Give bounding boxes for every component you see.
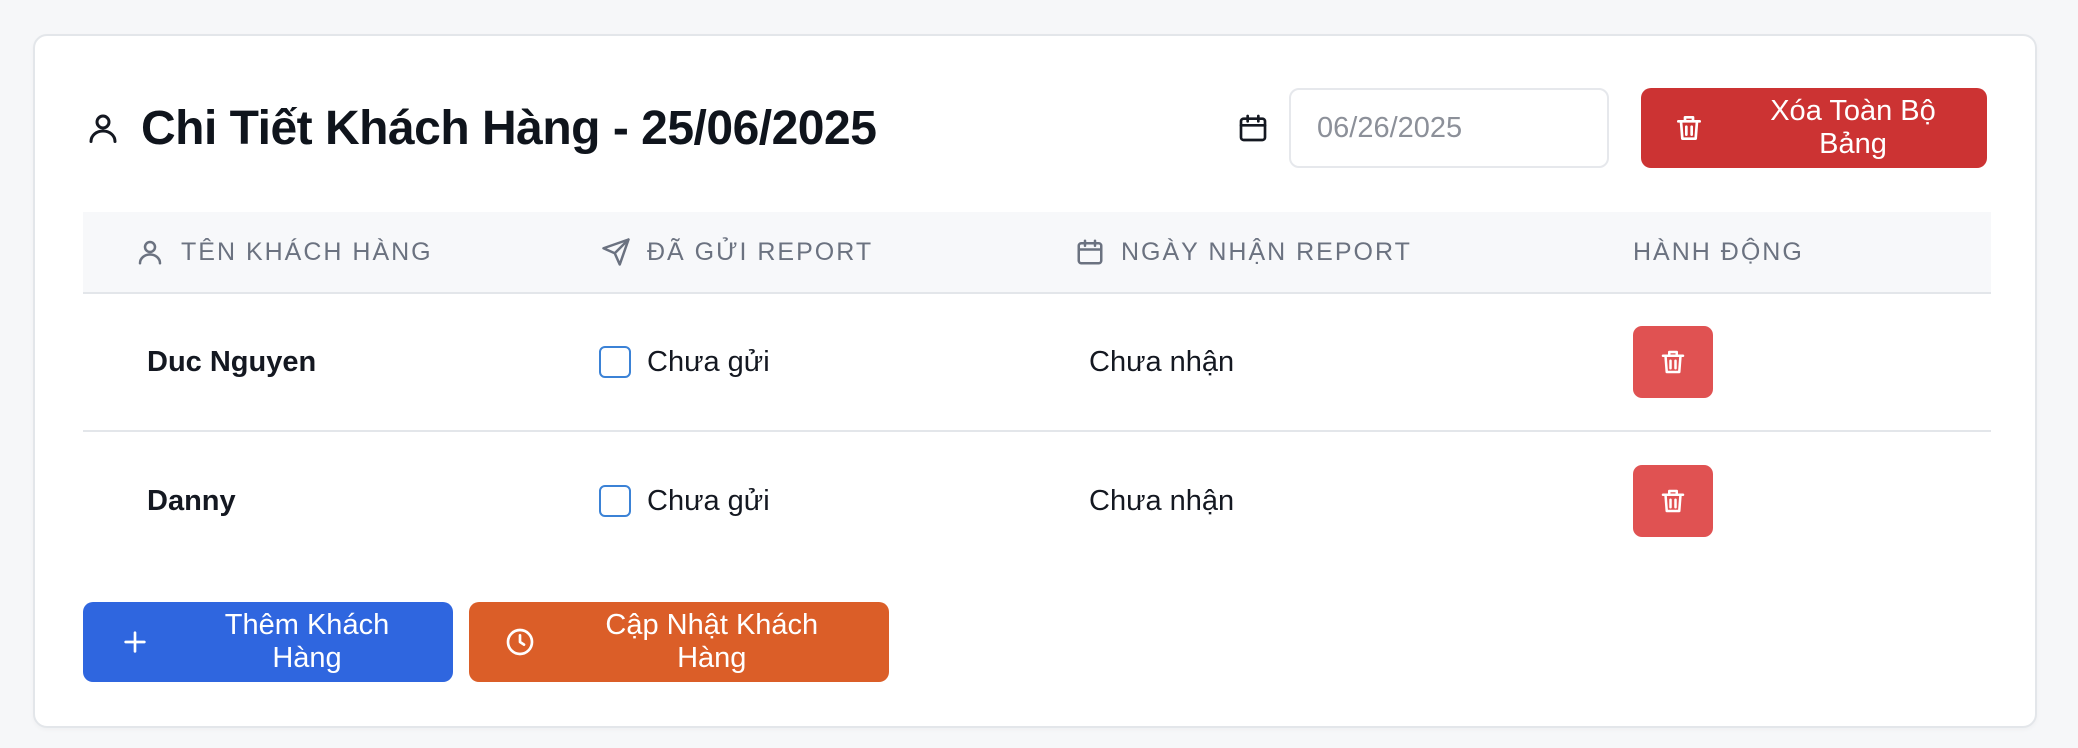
add-customer-button[interactable]: Thêm Khách Hàng xyxy=(83,602,453,682)
sent-checkbox[interactable] xyxy=(599,485,631,517)
update-customer-label: Cập Nhật Khách Hàng xyxy=(605,609,819,674)
add-customer-label: Thêm Khách Hàng xyxy=(224,609,390,674)
row-actions xyxy=(1633,465,1991,537)
table-row: Duc Nguyen Chưa gửi Chưa nhận xyxy=(83,294,1991,432)
update-customer-button[interactable]: Cập Nhật Khách Hàng xyxy=(469,602,889,682)
date-picker-group xyxy=(1233,88,1609,168)
footer-actions: Thêm Khách Hàng Cập Nhật Khách Hàng xyxy=(83,602,889,682)
row-actions xyxy=(1633,326,1991,398)
sent-checkbox[interactable] xyxy=(599,346,631,378)
received-date: Chưa nhận xyxy=(1089,484,1235,517)
trash-icon xyxy=(1661,489,1685,513)
column-label: NGÀY NHẬN REPORT xyxy=(1121,237,1412,266)
customer-name: Duc Nguyen xyxy=(147,345,317,378)
received-date: Chưa nhận xyxy=(1089,345,1235,378)
card-header: Chi Tiết Khách Hàng - 25/06/2025 Xóa Toà… xyxy=(83,86,1987,170)
user-icon xyxy=(133,235,167,269)
table-header: TÊN KHÁCH HÀNG ĐÃ GỬI REPORT NGÀY NHẬN R… xyxy=(83,212,1991,294)
date-input[interactable] xyxy=(1289,88,1609,168)
trash-icon xyxy=(1661,350,1685,374)
customer-detail-card: Chi Tiết Khách Hàng - 25/06/2025 Xóa Toà… xyxy=(33,34,2037,728)
page-title: Chi Tiết Khách Hàng - 25/06/2025 xyxy=(141,101,877,155)
clear-all-button[interactable]: Xóa Toàn Bộ Bảng xyxy=(1641,88,1987,168)
column-header-name: TÊN KHÁCH HÀNG xyxy=(83,235,599,269)
column-label: TÊN KHÁCH HÀNG xyxy=(181,237,433,266)
table-row: Danny Chưa gửi Chưa nhận xyxy=(83,432,1991,570)
column-header-sent: ĐÃ GỬI REPORT xyxy=(599,235,1073,269)
column-header-actions: HÀNH ĐỘNG xyxy=(1633,238,1991,267)
column-label: ĐÃ GỬI REPORT xyxy=(647,237,874,266)
delete-row-button[interactable] xyxy=(1633,465,1713,537)
sent-label: Chưa gửi xyxy=(647,345,770,378)
calendar-icon xyxy=(1233,108,1273,148)
customer-name: Danny xyxy=(147,484,236,517)
clear-all-label: Xóa Toàn Bộ Bảng xyxy=(1770,95,1936,160)
sent-label: Chưa gửi xyxy=(647,484,770,517)
title-group: Chi Tiết Khách Hàng - 25/06/2025 xyxy=(83,101,1233,156)
plus-icon xyxy=(119,625,151,659)
calendar-icon xyxy=(1073,235,1107,269)
column-header-received: NGÀY NHẬN REPORT xyxy=(1073,235,1633,269)
sent-status: Chưa gửi xyxy=(599,485,1073,518)
clock-icon xyxy=(503,625,537,659)
delete-row-button[interactable] xyxy=(1633,326,1713,398)
customer-table: TÊN KHÁCH HÀNG ĐÃ GỬI REPORT NGÀY NHẬN R… xyxy=(83,212,1991,570)
sent-status: Chưa gửi xyxy=(599,346,1073,379)
user-icon xyxy=(83,108,123,148)
trash-icon xyxy=(1673,111,1705,145)
send-icon xyxy=(599,235,633,269)
column-label: HÀNH ĐỘNG xyxy=(1633,237,1804,266)
